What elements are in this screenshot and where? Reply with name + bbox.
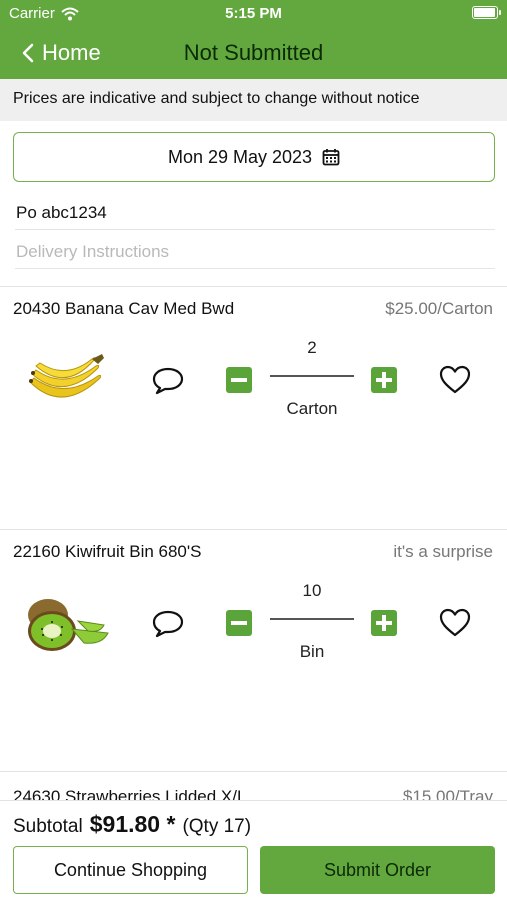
quantity-unit: Bin xyxy=(299,642,325,661)
banana-image xyxy=(29,354,104,398)
status-bar: Carrier 5:15 PM xyxy=(0,0,507,28)
plus-icon-vertical xyxy=(382,372,386,388)
list-item: 20430 Banana Cav Med Bwd $25.00/Carton 2… xyxy=(0,286,507,529)
subtotal-amount: $91.80 * xyxy=(89,811,176,837)
quantity-value[interactable]: 2 xyxy=(270,338,354,358)
heart-icon[interactable] xyxy=(438,364,472,396)
delivery-date-label: Mon 29 May 2023 xyxy=(167,146,313,167)
status-time: 5:15 PM xyxy=(225,5,282,22)
quantity-divider xyxy=(270,375,354,377)
increase-quantity-button[interactable] xyxy=(371,367,397,393)
plus-icon-vertical xyxy=(382,615,386,631)
item-price: $25.00/Carton xyxy=(385,299,493,318)
battery-level xyxy=(474,8,495,17)
quantity-value[interactable]: 10 xyxy=(270,581,354,601)
total-quantity: (Qty 17) xyxy=(182,816,252,837)
decrease-quantity-button[interactable] xyxy=(226,610,252,636)
order-footer: Subtotal $91.80 * (Qty 17) Continue Shop… xyxy=(0,800,507,900)
increase-quantity-button[interactable] xyxy=(371,610,397,636)
battery-icon xyxy=(472,6,501,19)
comment-icon[interactable] xyxy=(151,365,185,395)
item-price: it's a surprise xyxy=(393,542,493,561)
item-name: 22160 Kiwifruit Bin 680'S xyxy=(13,542,202,561)
kiwifruit-image xyxy=(28,599,109,651)
list-item: 22160 Kiwifruit Bin 680'S it's a surpris… xyxy=(0,529,507,772)
minus-icon xyxy=(231,621,247,625)
list-item: 24630 Strawberries Lidded X/L $15.00/Tra… xyxy=(0,771,507,801)
item-name: 20430 Banana Cav Med Bwd xyxy=(13,299,235,318)
comment-icon[interactable] xyxy=(151,608,185,638)
heart-icon[interactable] xyxy=(438,607,472,639)
decrease-quantity-button[interactable] xyxy=(226,367,252,393)
page-title: Not Submitted xyxy=(183,40,324,65)
continue-shopping-button[interactable]: Continue Shopping xyxy=(13,846,248,894)
po-number-field[interactable]: Po abc1234 xyxy=(15,198,495,230)
quantity-divider xyxy=(270,618,354,620)
delivery-instructions-field[interactable]: Delivery Instructions xyxy=(15,237,495,269)
quantity-unit: Carton xyxy=(286,399,338,418)
item-name: 24630 Strawberries Lidded X/L xyxy=(13,787,247,801)
delivery-date-button[interactable]: Mon 29 May 2023 xyxy=(13,132,495,182)
subtotal-summary: Subtotal $91.80 * (Qty 17) xyxy=(13,811,251,838)
minus-icon xyxy=(231,378,247,382)
calendar-icon xyxy=(322,149,340,166)
item-price: $15.00/Tray xyxy=(402,787,493,801)
subtotal-label: Subtotal xyxy=(13,816,83,837)
price-notice: Prices are indicative and subject to cha… xyxy=(0,79,507,121)
navigation-header: Carrier 5:15 PM Home Not Submitted xyxy=(0,0,507,79)
submit-order-button[interactable]: Submit Order xyxy=(260,846,495,894)
